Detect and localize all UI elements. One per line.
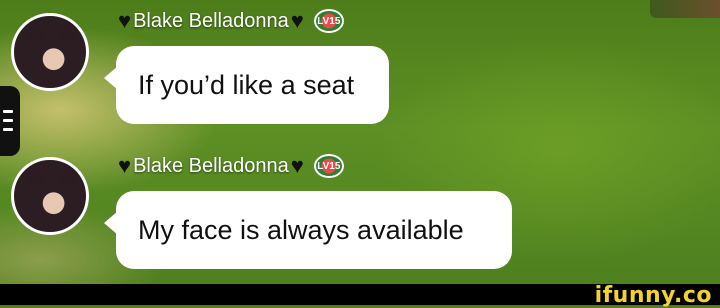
- menu-icon-bar: [3, 128, 13, 131]
- level-badge: LV15: [313, 9, 344, 33]
- menu-icon-bar: [3, 110, 13, 113]
- avatar-cat-ear: [24, 163, 46, 187]
- heart-icon: ♥: [118, 153, 132, 178]
- heart-icon: ♥: [290, 153, 304, 178]
- avatar-cat-ear: [58, 19, 80, 43]
- avatar-cat-ear: [58, 163, 80, 187]
- heart-icon: ♥: [290, 8, 304, 33]
- watermark-logo: ifunny.co: [594, 283, 712, 308]
- side-menu-tab[interactable]: [0, 86, 20, 156]
- level-badge: LV15: [313, 154, 344, 178]
- message-header: ♥ Blake Belladonna ♥ LV15: [118, 9, 344, 33]
- background-tree: [650, 0, 720, 18]
- author-name[interactable]: Blake Belladonna: [133, 10, 289, 33]
- user-avatar[interactable]: [11, 13, 89, 91]
- message-text: My face is always available: [138, 214, 464, 245]
- message-bubble[interactable]: If you’d like a seat: [104, 46, 389, 124]
- message-header: ♥ Blake Belladonna ♥ LV15: [118, 154, 344, 178]
- menu-icon-bar: [3, 119, 13, 122]
- heart-icon: ♥: [118, 8, 132, 33]
- bubble-tail: [104, 211, 118, 235]
- avatar-cat-ear: [24, 19, 46, 43]
- author-name[interactable]: Blake Belladonna: [133, 155, 289, 178]
- user-avatar[interactable]: [11, 157, 89, 235]
- message-bubble[interactable]: My face is always available: [104, 191, 512, 269]
- message-text: If you’d like a seat: [138, 69, 355, 100]
- bubble-tail: [104, 66, 118, 90]
